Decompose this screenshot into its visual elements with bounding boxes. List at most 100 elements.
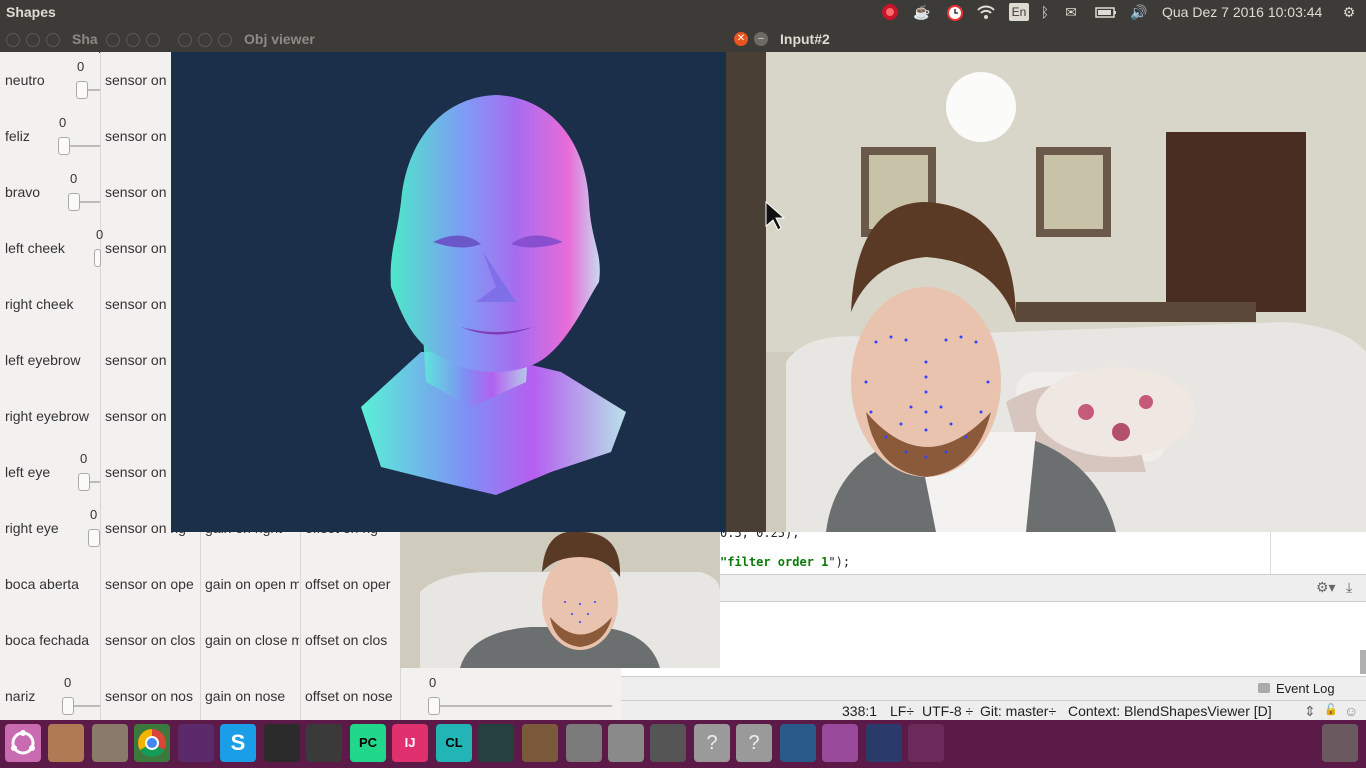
camera-icon[interactable]: [566, 724, 602, 762]
keyboard-layout-indicator[interactable]: En: [1009, 3, 1029, 21]
wifi-icon[interactable]: [977, 3, 995, 21]
gear-icon[interactable]: ⚙: [1340, 3, 1358, 21]
skype-icon[interactable]: S: [220, 724, 256, 762]
sensor-label: sensor on: [105, 72, 167, 88]
slider-value: 0: [64, 675, 72, 690]
sensor-label: sensor on: [105, 128, 167, 144]
settings-gear-icon[interactable]: ⚙▾: [1316, 579, 1336, 596]
lock-icon[interactable]: 🔓: [1324, 703, 1338, 716]
volume-icon[interactable]: 🔊: [1130, 3, 1148, 21]
hide-panel-icon[interactable]: ⤓: [1346, 579, 1352, 596]
record-icon[interactable]: [881, 3, 899, 21]
event-log-icon[interactable]: [1258, 683, 1270, 693]
minimize-icon[interactable]: [126, 33, 140, 47]
file-encoding[interactable]: UTF-8 ÷: [922, 703, 973, 719]
line-separator[interactable]: LF÷: [890, 703, 914, 719]
coffee-icon[interactable]: ☕: [913, 3, 931, 21]
terminal-icon[interactable]: [178, 724, 214, 762]
close-icon[interactable]: ✕: [734, 32, 748, 46]
close-icon[interactable]: [6, 33, 20, 47]
gain-label: gain on open m: [205, 576, 299, 592]
sensor-label: sensor on nos: [105, 688, 193, 704]
video-editor-icon[interactable]: [650, 724, 686, 762]
workspace-switcher-icon[interactable]: [908, 724, 944, 762]
calculator-icon[interactable]: [608, 724, 644, 762]
ubuntu-dash-icon[interactable]: [5, 724, 41, 762]
obj-viewer-window-title: Obj viewer: [244, 31, 315, 47]
context-arrows-icon[interactable]: ⇕: [1304, 703, 1316, 720]
slider-knob[interactable]: [428, 697, 440, 715]
bluetooth-icon[interactable]: ᛒ: [1036, 3, 1054, 21]
trash-icon[interactable]: [1322, 724, 1358, 762]
close-icon[interactable]: [178, 33, 192, 47]
unknown-app-2-icon[interactable]: ?: [736, 724, 772, 762]
slider-knob[interactable]: [78, 473, 90, 491]
slider-knob[interactable]: [62, 697, 74, 715]
terminal-2-icon[interactable]: [264, 724, 300, 762]
shape-label-neutro: neutro: [5, 72, 45, 88]
maximize-icon[interactable]: [146, 33, 160, 47]
sublime-text-icon[interactable]: [306, 724, 342, 762]
sensor-label: sensor on: [105, 296, 167, 312]
unknown-app-icon[interactable]: ?: [694, 724, 730, 762]
mail-icon[interactable]: ✉: [1062, 3, 1080, 21]
cursor-position[interactable]: 338:1: [842, 703, 877, 719]
window-icon[interactable]: [822, 724, 858, 762]
code-editor: 0.5, 0.25); "filter order 1"); ⚙▾ ⤓ Even…: [620, 526, 1366, 720]
vpn-lock-icon[interactable]: [866, 724, 902, 762]
shape-label-right-cheek: right cheek: [5, 296, 74, 312]
slider-value: 0: [429, 675, 437, 690]
alarm-icon[interactable]: [946, 3, 964, 21]
pycharm-icon[interactable]: PC: [350, 724, 386, 762]
files-icon[interactable]: [48, 724, 84, 762]
maximize-icon[interactable]: [218, 33, 232, 47]
minimize-icon[interactable]: [198, 33, 212, 47]
close-icon[interactable]: [106, 33, 120, 47]
context-selector[interactable]: Context: BlendShapesViewer [D]: [1068, 703, 1272, 719]
code-line[interactable]: "filter order 1");: [720, 555, 850, 569]
event-log-button[interactable]: Event Log: [1276, 681, 1335, 696]
slider-knob[interactable]: [94, 249, 101, 267]
minimize-icon[interactable]: [26, 33, 40, 47]
shape-label-right-eye: right eye: [5, 520, 59, 536]
intellij-icon[interactable]: IJ: [392, 724, 428, 762]
webcam-preview[interactable]: [400, 531, 720, 668]
git-branch[interactable]: Git: master÷: [980, 703, 1056, 719]
globe-icon[interactable]: [780, 724, 816, 762]
shapes-window-title: Sha: [72, 31, 98, 47]
maximize-icon[interactable]: [46, 33, 60, 47]
clion-icon[interactable]: CL: [436, 724, 472, 762]
slider-knob[interactable]: [68, 193, 80, 211]
slider-track[interactable]: [428, 705, 612, 707]
status-bar: 338:1 LF÷ UTF-8 ÷ Git: master÷ Context: …: [620, 700, 1366, 721]
clock[interactable]: Qua Dez 7 2016 10:03:44: [1162, 4, 1322, 20]
system-monitor-icon[interactable]: [92, 724, 128, 762]
qt-icon[interactable]: [478, 724, 514, 762]
minimize-icon[interactable]: –: [754, 32, 768, 46]
shape-label-left-eyebrow: left eyebrow: [5, 352, 81, 368]
obj-viewer-canvas[interactable]: [171, 52, 726, 532]
slider-knob[interactable]: [88, 529, 100, 547]
webcam-feed[interactable]: [726, 52, 1366, 532]
slider-value: 0: [77, 59, 85, 74]
battery-icon[interactable]: [1095, 3, 1116, 21]
slider-value: 0: [80, 451, 88, 466]
slider-knob[interactable]: [76, 81, 88, 99]
webcam-preview-image: [400, 531, 720, 668]
code-string: filter order 1: [727, 555, 829, 569]
sensor-label: sensor on ope: [105, 576, 194, 592]
mesh-head: [390, 95, 600, 372]
scrollbar-thumb[interactable]: [1360, 650, 1366, 674]
book-icon[interactable]: [522, 724, 558, 762]
offset-label: offset on nose: [305, 688, 393, 704]
sensor-label: sensor on: [105, 352, 167, 368]
input-window-title: Input#2: [780, 31, 830, 47]
slider-knob[interactable]: [58, 137, 70, 155]
input-window-titlebar: ✕ – Input#2: [726, 26, 1366, 52]
chrome-icon[interactable]: [134, 724, 170, 762]
offset-label: offset on clos: [305, 632, 388, 648]
shape-label-feliz: feliz: [5, 128, 30, 144]
inspector-icon[interactable]: ☺: [1344, 703, 1358, 719]
shapes-column-labels: [0, 52, 99, 720]
shape-label-boca-fechada: boca fechada: [5, 632, 90, 648]
